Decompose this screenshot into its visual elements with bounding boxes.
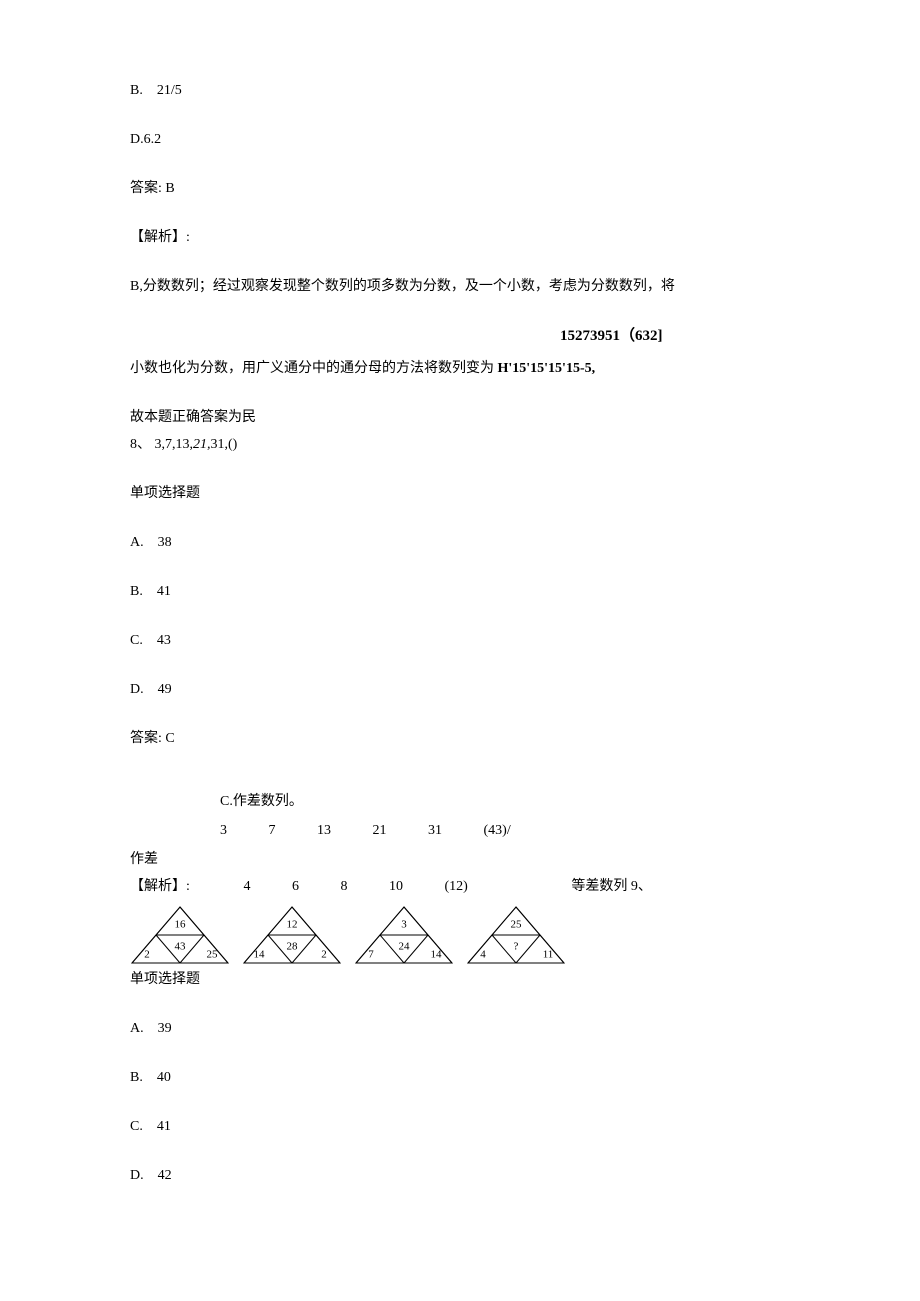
q9-triangle-row: 16 43 2 25 12 28 14 2 (130, 905, 790, 965)
q8-sol-c: C.作差数列。 (220, 791, 790, 812)
q7-analysis-line2a: 小数也化为分数，用广义通分中的通分母的方法将数列变为 (130, 361, 498, 376)
q7-option-d: D.6.2 (130, 129, 790, 150)
q7-analysis-line2: 小数也化为分数，用广义通分中的通分母的方法将数列变为 H'15'15'15'15… (130, 358, 790, 379)
diff-n: (12) (445, 876, 468, 897)
tri-right: 2 (321, 948, 327, 960)
seq-n: 13 (317, 820, 331, 841)
q8-option-a: A. 38 (130, 532, 790, 553)
triangle-figure: 25 ? 4 11 (466, 905, 566, 965)
q8-diff-tail: 等差数列 9、 (571, 879, 652, 894)
tri-top: 25 (511, 918, 523, 930)
q8-analysis-label: 【解析】: (130, 876, 220, 897)
q8-stem-italic: 21, (193, 437, 211, 452)
diff-n: 8 (341, 876, 348, 897)
q8-sequence-row: 3 7 13 21 31 (43)/ (220, 820, 790, 841)
tri-left: 14 (254, 948, 266, 960)
tri-top: 3 (401, 918, 407, 930)
q8-option-b: B. 41 (130, 581, 790, 602)
q7-analysis-label: 【解析】: (130, 227, 790, 248)
triangle-figure: 3 24 7 14 (354, 905, 454, 965)
q8-stem-b: 31,() (211, 437, 238, 452)
diff-n: 10 (389, 876, 403, 897)
q7-analysis-line1: B,分数数列；经过观察发现整个数列的项多数为分数，及一个小数，考虑为分数数列，将 (130, 276, 790, 297)
seq-n: 21 (373, 820, 387, 841)
q7-analysis-line2b: H'15'15'15'15-5, (498, 361, 596, 376)
tri-left: 2 (144, 948, 150, 960)
tri-mid: 43 (175, 940, 187, 952)
tri-mid: ? (514, 940, 519, 952)
tri-mid: 28 (287, 940, 299, 952)
diff-n: 4 (244, 876, 251, 897)
q8-diff-pre: 作差 (130, 849, 790, 870)
tri-right: 25 (207, 948, 219, 960)
q8-stem: 8、 3,7,13,21,31,() (130, 434, 790, 455)
tri-left: 4 (480, 948, 486, 960)
q7-analysis-line3: 故本题正确答案为民 (130, 407, 790, 428)
tri-right: 14 (431, 948, 443, 960)
q8-option-d: D. 49 (130, 679, 790, 700)
tri-right: 11 (543, 948, 554, 960)
seq-n: 31 (428, 820, 442, 841)
triangle-figure: 16 43 2 25 (130, 905, 230, 965)
seq-n: 3 (220, 820, 227, 841)
seq-n: (43)/ (484, 820, 511, 841)
document-page: B. 21/5 D.6.2 答案: B 【解析】: B,分数数列；经过观察发现整… (0, 0, 920, 1254)
seq-n: 7 (269, 820, 276, 841)
tri-mid: 24 (399, 940, 411, 952)
q9-option-b: B. 40 (130, 1067, 790, 1088)
q9-option-c: C. 41 (130, 1116, 790, 1137)
triangle-figure: 12 28 14 2 (242, 905, 342, 965)
q8-option-c: C. 43 (130, 630, 790, 651)
q8-type: 单项选择题 (130, 483, 790, 504)
q8-answer: 答案: C (130, 728, 790, 749)
q7-right-formula: 15273951（632] (560, 325, 790, 348)
q9-option-a: A. 39 (130, 1018, 790, 1039)
q9-type: 单项选择题 (130, 969, 790, 990)
tri-top: 16 (175, 918, 187, 930)
diff-n: 6 (292, 876, 299, 897)
tri-top: 12 (287, 918, 298, 930)
q9-option-d: D. 42 (130, 1165, 790, 1186)
q8-diff-row: 【解析】: 4 6 8 10 (12) 等差数列 9、 (130, 876, 790, 897)
q7-answer: 答案: B (130, 178, 790, 199)
q7-option-b: B. 21/5 (130, 80, 790, 101)
tri-left: 7 (368, 948, 374, 960)
q8-stem-a: 8、 3,7,13, (130, 437, 193, 452)
